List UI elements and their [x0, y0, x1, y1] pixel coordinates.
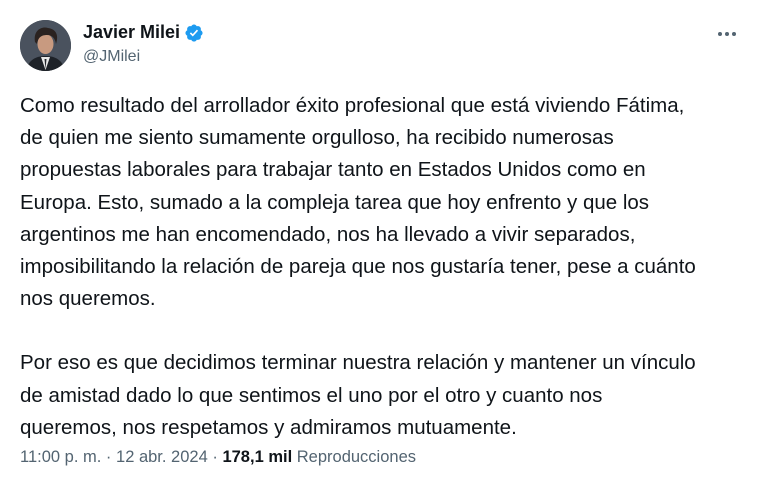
- views-count: 178,1 mil: [222, 448, 293, 466]
- author-name[interactable]: Javier Milei: [83, 22, 180, 43]
- tweet-card: Javier Milei @JMilei Como resultado del …: [0, 0, 767, 480]
- tweet-line: nos queremos.: [20, 287, 156, 311]
- tweet-line: Europa. Esto, sumado a la compleja tarea…: [20, 190, 650, 214]
- tweet-line: queremos, nos respetamos y admiramos mut…: [20, 415, 517, 439]
- tweet-date[interactable]: 12 abr. 2024: [116, 448, 208, 466]
- more-dot: [725, 32, 729, 36]
- tweet-line: propuestas laborales para trabajar tanto…: [20, 158, 646, 182]
- tweet-line: Por eso es que decidimos terminar nuestr…: [20, 351, 696, 375]
- avatar[interactable]: [20, 20, 71, 71]
- avatar-photo: [20, 20, 71, 71]
- meta-separator: ·: [212, 448, 218, 466]
- views-label: Reproducciones: [296, 448, 417, 466]
- author-handle[interactable]: @JMilei: [83, 48, 140, 66]
- tweet-line: argentinos me han encomendado, nos ha ll…: [20, 222, 636, 246]
- more-dot: [718, 32, 722, 36]
- tweet-line: de quien me siento sumamente orgulloso, …: [20, 126, 614, 150]
- tweet-paragraph: Como resultado del arrollador éxito prof…: [20, 90, 755, 315]
- tweet-time[interactable]: 11:00 p. m.: [20, 448, 101, 466]
- tweet-paragraph: Por eso es que decidimos terminar nuestr…: [20, 347, 755, 444]
- tweet-meta: 11:00 p. m. · 12 abr. 2024 · 178,1 mil R…: [20, 448, 416, 467]
- meta-separator: ·: [105, 448, 112, 466]
- tweet-line: Como resultado del arrollador éxito prof…: [20, 94, 685, 117]
- tweet-line: imposibilitando la relación de pareja qu…: [20, 255, 696, 279]
- tweet-text: Como resultado del arrollador éxito prof…: [20, 90, 755, 444]
- tweet-line: de amistad dado lo que sentimos el uno p…: [20, 383, 603, 407]
- verified-badge-icon: [185, 23, 203, 42]
- author-row: Javier Milei: [83, 22, 204, 43]
- more-dot: [732, 32, 736, 36]
- more-horizontal-icon[interactable]: [712, 24, 742, 44]
